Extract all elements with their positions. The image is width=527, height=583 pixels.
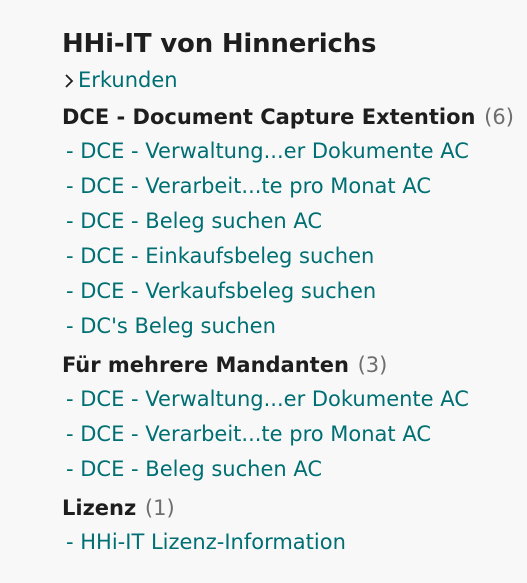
list-item[interactable]: - DCE - Einkaufsbeleg suchen [62, 239, 522, 274]
list-item[interactable]: - DCE - Beleg suchen AC [62, 204, 522, 239]
list-item[interactable]: - DCE - Verarbeit...te pro Monat AC [62, 417, 522, 452]
list-item[interactable]: - DCE - Verkaufsbeleg suchen [62, 274, 522, 309]
group-name: Für mehrere Mandanten [62, 353, 349, 377]
explore-label: Erkunden [78, 68, 178, 92]
group-count: (6) [484, 105, 514, 129]
explore-link[interactable]: Erkunden [62, 64, 522, 96]
group-header: Für mehrere Mandanten (3) [62, 348, 522, 382]
role-center-panel: HHi-IT von Hinnerichs Erkunden DCE - Doc… [62, 22, 522, 560]
group-license: Lizenz (1) - HHi-IT Lizenz-Information [62, 491, 522, 560]
group-count: (1) [144, 496, 175, 520]
group-name: DCE - Document Capture Extention [62, 105, 476, 129]
group-name: Lizenz [62, 496, 137, 520]
list-item[interactable]: - DCE - Verwaltung...er Dokumente AC [62, 382, 522, 417]
group-dce: DCE - Document Capture Extention (6) - D… [62, 100, 522, 344]
list-item[interactable]: - DC's Beleg suchen [62, 309, 522, 344]
group-multiple-companies: Für mehrere Mandanten (3) - DCE - Verwal… [62, 348, 522, 487]
page-title: HHi-IT von Hinnerichs [62, 29, 377, 59]
group-count: (3) [357, 353, 388, 377]
chevron-right-icon [62, 64, 78, 96]
list-item[interactable]: - DCE - Beleg suchen AC [62, 452, 522, 487]
group-header: DCE - Document Capture Extention (6) [62, 100, 522, 134]
group-header: Lizenz (1) [62, 491, 522, 525]
list-item[interactable]: - HHi-IT Lizenz-Information [62, 525, 522, 560]
list-item[interactable]: - DCE - Verwaltung...er Dokumente AC [62, 134, 522, 169]
list-item[interactable]: - DCE - Verarbeit...te pro Monat AC [62, 169, 522, 204]
